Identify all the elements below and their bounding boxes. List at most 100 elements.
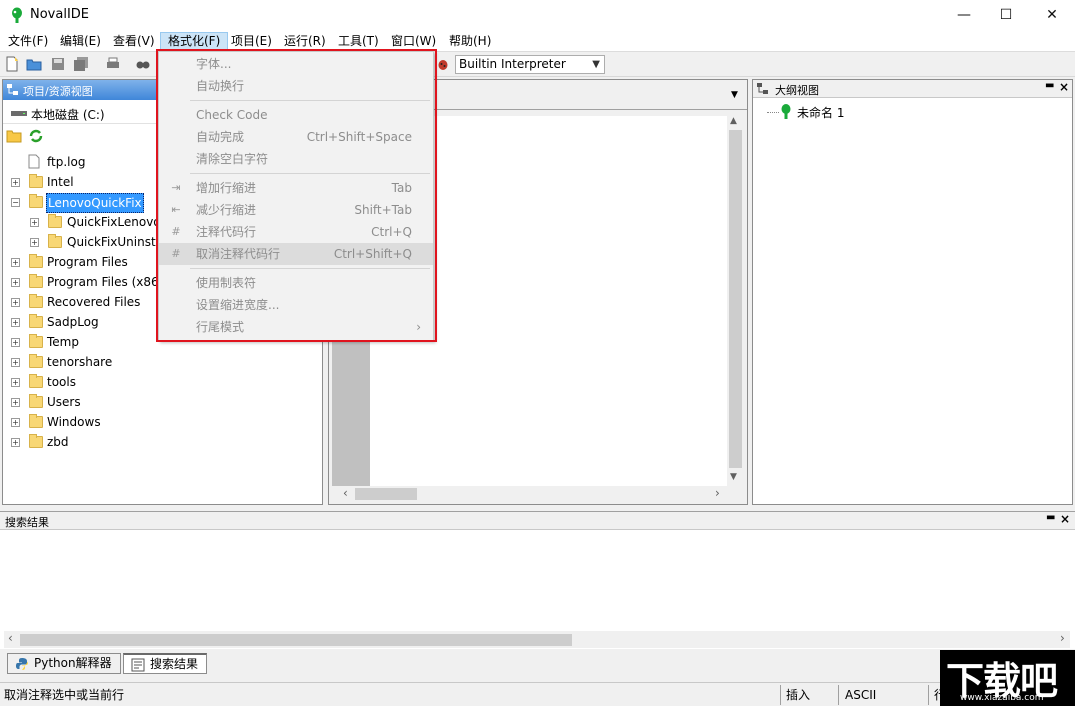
expand-icon[interactable]: +	[11, 178, 20, 187]
window-title: NovalIDE	[30, 7, 90, 22]
close-panel-icon[interactable]: ×	[1060, 512, 1070, 526]
save-all-icon[interactable]	[73, 56, 89, 72]
expand-icon[interactable]: +	[11, 298, 20, 307]
tab-search-results[interactable]: 搜索结果	[123, 653, 208, 674]
tree-label: SadpLog	[47, 315, 99, 329]
status-separator	[780, 685, 781, 705]
outline-item[interactable]: 未命名 1	[797, 104, 844, 121]
menu-edit[interactable]: 编辑(E)	[53, 32, 108, 50]
folder-icon	[29, 274, 43, 288]
menu-item-label: 清除空白字符	[196, 152, 269, 166]
menu-help[interactable]: 帮助(H)	[442, 32, 498, 50]
refresh-icon[interactable]	[28, 128, 44, 144]
minimize-panel-icon[interactable]: ▬	[1046, 512, 1055, 523]
folder-icon	[29, 374, 43, 388]
expand-icon[interactable]: +	[11, 418, 20, 427]
tree-view-icon	[7, 84, 18, 95]
menu-item-label: 注释代码行	[196, 225, 257, 239]
new-file-icon[interactable]	[4, 56, 20, 72]
minimize-panel-icon[interactable]: ▬	[1045, 80, 1054, 91]
menu-run[interactable]: 运行(R)	[277, 32, 333, 50]
tree-label: tenorshare	[47, 355, 113, 369]
open-folder-icon[interactable]	[26, 56, 42, 72]
bottom-tab-strip: Python解释器 搜索结果	[0, 651, 1075, 675]
scroll-right-icon[interactable]: ›	[1060, 631, 1065, 645]
expand-icon[interactable]: +	[11, 318, 20, 327]
watermark-logo: 下载吧 www.xiazaiba.com	[940, 650, 1075, 706]
menu-item-indent[interactable]: ⇥ 增加行缩进 Tab	[159, 177, 433, 199]
status-separator	[838, 685, 839, 705]
menu-item-eol-mode[interactable]: 行尾模式 ›	[159, 316, 433, 338]
scrollbar-thumb[interactable]	[355, 488, 417, 500]
tree-label: Windows	[47, 415, 101, 429]
scroll-left-icon[interactable]: ‹	[343, 486, 348, 500]
tab-list-arrow-icon[interactable]: ▼	[731, 90, 738, 100]
menu-window[interactable]: 窗口(W)	[384, 32, 443, 50]
drive-icon	[11, 111, 27, 116]
menu-item-check-code[interactable]: Check Code	[159, 104, 433, 126]
scroll-up-icon[interactable]: ▲	[730, 116, 737, 126]
menu-item-use-tabs[interactable]: 使用制表符	[159, 272, 433, 294]
expand-icon[interactable]: +	[11, 338, 20, 347]
expand-icon[interactable]: +	[11, 258, 20, 267]
menu-view[interactable]: 查看(V)	[106, 32, 162, 50]
menu-tools[interactable]: 工具(T)	[331, 32, 386, 50]
minimize-button[interactable]: —	[941, 0, 987, 30]
expand-icon[interactable]: +	[30, 218, 39, 227]
expand-icon[interactable]: +	[11, 398, 20, 407]
collapse-icon[interactable]: −	[11, 198, 20, 207]
menu-file[interactable]: 文件(F)	[1, 32, 55, 50]
menu-item-label: 使用制表符	[196, 276, 257, 290]
file-icon	[28, 154, 40, 169]
menu-item-font[interactable]: 字体...	[159, 53, 433, 75]
expand-icon[interactable]: +	[11, 378, 20, 387]
maximize-button[interactable]: ☐	[983, 0, 1029, 30]
find-icon[interactable]	[135, 56, 151, 72]
save-icon[interactable]	[50, 56, 66, 72]
menu-project[interactable]: 项目(E)	[224, 32, 279, 50]
menu-item-shortcut: Ctrl+Shift+Q	[333, 247, 412, 261]
panel-title: 搜索结果	[5, 516, 49, 529]
menu-item-auto-complete[interactable]: 自动完成 Ctrl+Shift+Space	[159, 126, 433, 148]
menu-item-indent-width[interactable]: 设置缩进宽度...	[159, 294, 433, 316]
interpreter-select[interactable]: Builtin Interpreter ▼	[455, 55, 605, 74]
tree-label: ftp.log	[47, 155, 86, 169]
menu-item-clean-whitespace[interactable]: 清除空白字符	[159, 148, 433, 170]
interpreter-value: Builtin Interpreter	[459, 57, 566, 71]
scroll-down-icon[interactable]: ▼	[730, 472, 737, 482]
close-button[interactable]: ✕	[1029, 0, 1075, 30]
folder-icon	[29, 294, 43, 308]
tree-label: Program Files	[47, 255, 128, 269]
scrollbar-thumb[interactable]	[20, 634, 572, 646]
insert-mode: 插入	[786, 688, 811, 702]
open-folder-icon[interactable]	[6, 129, 22, 143]
tab-python-interpreter[interactable]: Python解释器	[7, 653, 121, 674]
app-logo-icon	[12, 7, 22, 23]
expand-icon[interactable]: +	[30, 238, 39, 247]
debug-bug-icon[interactable]	[435, 56, 451, 72]
expand-icon[interactable]: +	[11, 358, 20, 367]
scrollbar-thumb[interactable]	[729, 130, 742, 468]
menu-item-label: 行尾模式	[196, 320, 245, 334]
status-separator	[928, 685, 929, 705]
search-results-panel: 搜索结果 ▬ × ‹ ›	[0, 511, 1075, 649]
scroll-left-icon[interactable]: ‹	[8, 631, 13, 645]
uncomment-hash-icon: #	[171, 247, 181, 260]
panel-header: 大纲视图 ▬ ×	[753, 80, 1072, 98]
menu-format[interactable]: 格式化(F)	[160, 32, 229, 50]
tree-label: tools	[47, 375, 76, 389]
print-icon[interactable]	[105, 56, 121, 72]
menu-item-dedent[interactable]: ⇤ 减少行缩进 Shift+Tab	[159, 199, 433, 221]
expand-icon[interactable]: +	[11, 438, 20, 447]
menu-item-uncomment[interactable]: # 取消注释代码行 Ctrl+Shift+Q	[159, 243, 433, 265]
close-panel-icon[interactable]: ×	[1059, 80, 1069, 94]
menu-item-word-wrap[interactable]: 自动换行	[159, 75, 433, 97]
folder-icon	[29, 354, 43, 368]
menu-separator	[190, 100, 430, 101]
menu-item-label: 自动完成	[196, 130, 245, 144]
menu-item-comment[interactable]: # 注释代码行 Ctrl+Q	[159, 221, 433, 243]
menu-item-label: 字体...	[196, 57, 232, 71]
tree-label: zbd	[47, 435, 69, 449]
expand-icon[interactable]: +	[11, 278, 20, 287]
scroll-right-icon[interactable]: ›	[715, 486, 720, 500]
